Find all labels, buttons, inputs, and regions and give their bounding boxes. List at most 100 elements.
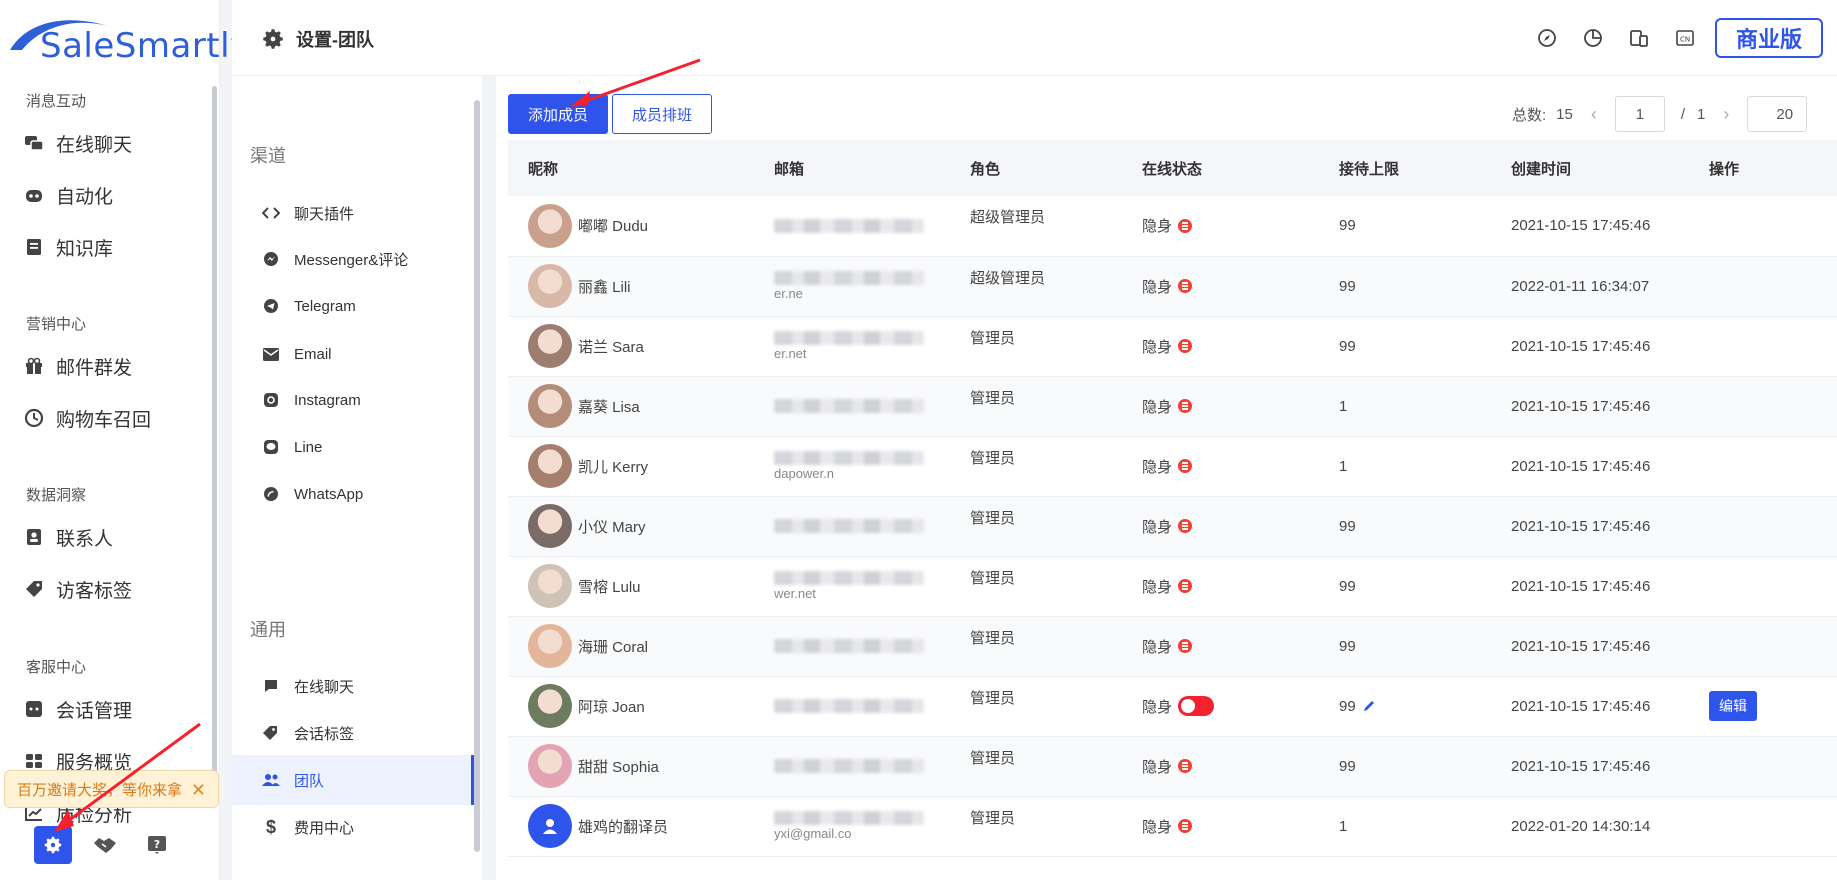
- page-input[interactable]: 1: [1614, 96, 1665, 132]
- add-member-button[interactable]: 添加成员: [508, 94, 608, 134]
- table-row[interactable]: 雄鸡的翻译员 yxi@gmail.co 管理员 隐身 1 2022-01-20 …: [508, 796, 1837, 857]
- cell-email: er.net: [754, 316, 950, 377]
- email-redacted: [774, 639, 924, 653]
- nav-item-contacts[interactable]: 联系人: [24, 522, 113, 552]
- status-toggle[interactable]: [1178, 696, 1215, 716]
- nav-item-visitor-tags[interactable]: 访客标签: [24, 574, 132, 604]
- column-header-role[interactable]: 角色: [950, 140, 1122, 196]
- settings-item-instagram[interactable]: Instagram: [232, 375, 474, 425]
- brand-logo[interactable]: SaleSmartly: [8, 12, 250, 66]
- compass-icon[interactable]: [1535, 26, 1559, 50]
- pencil-icon[interactable]: [1362, 699, 1376, 713]
- help-button[interactable]: ?: [138, 826, 176, 864]
- settings-item-billing[interactable]: $ 费用中心: [232, 802, 474, 852]
- close-icon[interactable]: ✕: [191, 780, 206, 801]
- email-suffix: yxi@gmail.co: [774, 825, 852, 841]
- status-badge[interactable]: [1178, 819, 1193, 833]
- settings-item-messenger[interactable]: Messenger&评论: [232, 234, 474, 284]
- email-redacted: [774, 699, 924, 713]
- table-row[interactable]: 诺兰 Sara er.net 管理员 隐身 99 2021-10-15 17:4…: [508, 316, 1837, 377]
- status-badge[interactable]: [1178, 639, 1193, 653]
- table-row[interactable]: 小仪 Mary 管理员 隐身 99 2021-10-15 17:45:46: [508, 496, 1837, 557]
- column-header-nickname[interactable]: 昵称: [508, 140, 754, 196]
- status-badge[interactable]: [1178, 218, 1193, 233]
- member-nickname: 雪榕 Lulu: [578, 578, 641, 596]
- cell-created-time: 2022-01-20 14:30:14: [1491, 796, 1689, 857]
- email-redacted: [774, 399, 924, 413]
- column-header-created-time[interactable]: 创建时间: [1491, 140, 1689, 196]
- table-row[interactable]: 阿琼 Joan 管理员 隐身 99 2021-10-15 17:45:46 编辑: [508, 676, 1837, 737]
- status-badge[interactable]: [1178, 399, 1193, 413]
- cell-created-time: 2021-10-15 17:45:46: [1491, 556, 1689, 617]
- team-content: 添加成员 成员排班 总数: 15 ‹ 1 / 1 › 20 昵称 邮箱 角色 在…: [496, 76, 1837, 880]
- cell-actions: [1689, 196, 1837, 257]
- settings-item-email[interactable]: Email: [232, 329, 474, 379]
- settings-item-label: 在线聊天: [294, 678, 355, 696]
- nav-item-label: 访客标签: [56, 580, 133, 602]
- settings-item-live-chat[interactable]: 在线聊天: [232, 661, 474, 711]
- settings-item-whatsapp[interactable]: WhatsApp: [232, 469, 474, 519]
- cell-reception-limit: 1: [1319, 376, 1491, 437]
- language-cn-icon[interactable]: CN: [1673, 26, 1697, 50]
- table-row[interactable]: 海珊 Coral 管理员 隐身 99 2021-10-15 17:45:46: [508, 616, 1837, 677]
- svg-text:CN: CN: [1680, 36, 1690, 44]
- status-badge[interactable]: [1178, 339, 1193, 353]
- nav-item-label: 购物车召回: [56, 409, 152, 431]
- table-row[interactable]: 凯儿 Kerry dapower.n 管理员 隐身 1 2021-10-15 1…: [508, 436, 1837, 497]
- table-row[interactable]: 丽鑫 Lili er.ne 超级管理员 隐身 99 2022-01-11 16:…: [508, 256, 1837, 317]
- settings-item-label: 费用中心: [294, 819, 355, 837]
- cell-email: [754, 196, 950, 257]
- status-text: 隐身: [1142, 518, 1173, 536]
- nav-item-email-campaign[interactable]: 邮件群发: [24, 351, 132, 381]
- svg-text:?: ?: [154, 838, 160, 851]
- status-badge[interactable]: [1178, 519, 1193, 533]
- partner-button[interactable]: [86, 826, 124, 864]
- nav-item-knowledge-base[interactable]: 知识库: [24, 232, 113, 262]
- status-badge[interactable]: [1178, 759, 1193, 773]
- devices-icon[interactable]: [1627, 26, 1651, 50]
- table-row[interactable]: 嘉葵 Lisa 管理员 隐身 1 2021-10-15 17:45:46: [508, 376, 1837, 437]
- column-header-email[interactable]: 邮箱: [754, 140, 950, 196]
- chevron-left-icon[interactable]: ‹: [1591, 104, 1597, 125]
- avatar: [528, 384, 572, 428]
- column-header-online-status[interactable]: 在线状态: [1122, 140, 1319, 196]
- settings-item-label: 聊天插件: [294, 205, 355, 223]
- page-size-select[interactable]: 20: [1747, 96, 1808, 132]
- table-row[interactable]: 甜甜 Sophia 管理员 隐身 99 2021-10-15 17:45:46: [508, 736, 1837, 797]
- nav-item-cart-recovery[interactable]: 购物车召回: [24, 403, 151, 433]
- settings-item-label: 会话标签: [294, 725, 355, 743]
- limit-value: 99: [1339, 697, 1356, 715]
- member-nickname: 凯儿 Kerry: [578, 458, 649, 476]
- settings-item-session-tags[interactable]: 会话标签: [232, 708, 474, 758]
- table-row[interactable]: 雪榕 Lulu wer.net 管理员 隐身 99 2021-10-15 17:…: [508, 556, 1837, 617]
- nav-scrollbar[interactable]: [212, 86, 217, 776]
- plan-badge-button[interactable]: 商业版: [1715, 18, 1823, 58]
- settings-item-chat-plugin[interactable]: 聊天插件: [232, 188, 474, 238]
- chevron-right-icon[interactable]: ›: [1723, 104, 1729, 125]
- nav-item-live-chat[interactable]: 在线聊天: [24, 128, 132, 158]
- invite-promo-banner[interactable]: 百万邀请大奖，等你来拿 ✕: [4, 770, 219, 808]
- pie-chart-icon[interactable]: [1581, 26, 1605, 50]
- nav-item-conversations[interactable]: 会话管理: [24, 694, 132, 724]
- member-schedule-button[interactable]: 成员排班: [612, 94, 712, 134]
- status-badge[interactable]: [1178, 279, 1193, 293]
- cell-created-time: 2021-10-15 17:45:46: [1491, 196, 1689, 257]
- nav-item-automation[interactable]: 自动化: [24, 180, 113, 210]
- cell-email: [754, 736, 950, 797]
- status-badge[interactable]: [1178, 459, 1193, 473]
- status-badge[interactable]: [1178, 579, 1193, 593]
- settings-scrollbar[interactable]: [474, 100, 480, 852]
- column-header-reception-limit[interactable]: 接待上限: [1319, 140, 1491, 196]
- settings-item-team[interactable]: 团队: [232, 755, 474, 805]
- settings-item-line[interactable]: Line: [232, 422, 474, 472]
- email-suffix: dapower.n: [774, 465, 834, 481]
- table-row[interactable]: 嘟嘟 Dudu 超级管理员 隐身 99 2021-10-15 17:45:46: [508, 196, 1837, 257]
- cell-email: wer.net: [754, 556, 950, 617]
- table-header-row: 昵称 邮箱 角色 在线状态 接待上限 创建时间 操作: [508, 140, 1837, 196]
- member-nickname: 诺兰 Sara: [578, 338, 644, 356]
- settings-button[interactable]: [34, 826, 72, 864]
- avatar: [528, 504, 572, 548]
- settings-item-telegram[interactable]: Telegram: [232, 281, 474, 331]
- edit-button[interactable]: 编辑: [1709, 691, 1757, 721]
- member-nickname: 嘉葵 Lisa: [578, 398, 640, 416]
